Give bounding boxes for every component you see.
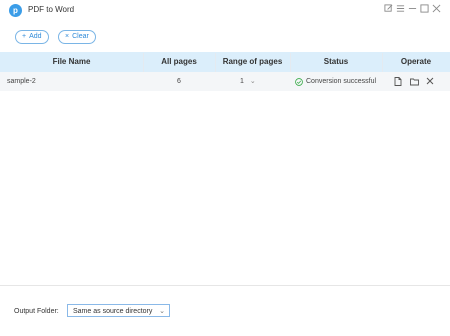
add-button[interactable]: + Add — [15, 30, 49, 44]
status-cell: Conversion successful — [295, 72, 380, 91]
output-folder-select[interactable]: Same as source directory ⌄ — [67, 304, 170, 317]
output-folder-value: Same as source directory — [73, 308, 153, 315]
output-folder-label: Output Folder: — [14, 308, 59, 315]
title-bar: p PDF to Word — [0, 0, 450, 22]
x-icon: × — [65, 33, 70, 40]
chevron-down-icon: ⌄ — [249, 78, 256, 85]
feedback-edit-icon[interactable] — [382, 4, 394, 16]
plus-icon: + — [22, 33, 27, 40]
all-pages-cell: 6 — [177, 78, 181, 85]
file-list-area — [0, 91, 450, 286]
footer: Output Folder: Same as source directory … — [0, 286, 450, 336]
table-row[interactable]: sample-2 6 1 ⌄ Conversion successful — [0, 72, 450, 91]
clear-button-label: Clear — [72, 33, 89, 40]
header-all-pages: All pages — [161, 57, 197, 66]
app-logo-icon: p — [9, 4, 22, 17]
success-check-icon — [295, 77, 303, 86]
range-dropdown[interactable]: 1 ⌄ — [240, 72, 260, 91]
add-button-label: Add — [29, 33, 42, 40]
open-file-icon[interactable] — [394, 77, 402, 86]
header-operate: Operate — [400, 57, 432, 66]
window-title: PDF to Word — [28, 5, 75, 14]
minimize-icon[interactable] — [406, 4, 418, 16]
open-folder-icon[interactable] — [410, 77, 419, 86]
chevron-down-icon: ⌄ — [159, 308, 165, 315]
clear-button[interactable]: × Clear — [58, 30, 96, 44]
delete-icon[interactable] — [426, 77, 434, 86]
header-file-name: File Name — [52, 57, 91, 66]
menu-icon[interactable] — [394, 4, 406, 16]
file-name-cell: sample-2 — [7, 78, 36, 85]
status-text: Conversion successful — [306, 78, 377, 85]
maximize-icon[interactable] — [418, 4, 430, 16]
range-value: 1 — [240, 78, 244, 85]
close-icon[interactable] — [430, 4, 442, 16]
header-range-of-pages: Range of pages — [222, 57, 283, 66]
header-status: Status — [323, 57, 349, 66]
